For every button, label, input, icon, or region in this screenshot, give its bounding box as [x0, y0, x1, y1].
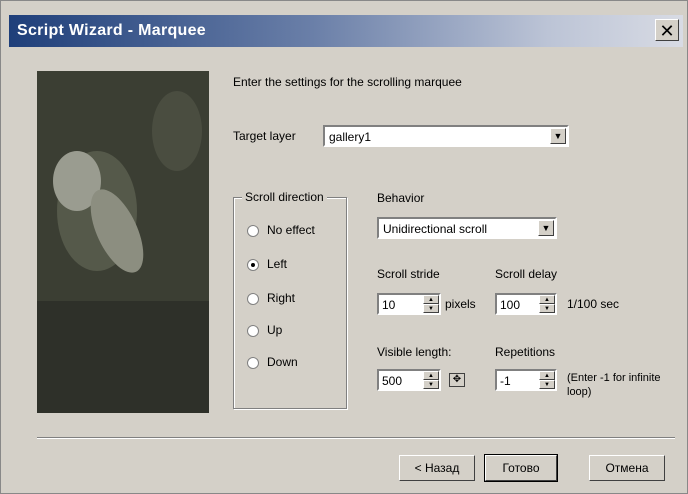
radio-no-effect[interactable]: No effect [247, 223, 315, 237]
script-wizard-window: Script Wizard - Marquee ✕ Enter the sett… [0, 0, 688, 494]
spin-down-icon[interactable]: ▼ [539, 380, 555, 389]
chevron-down-icon[interactable]: ▼ [550, 128, 566, 144]
target-layer-value: gallery1 [329, 130, 372, 144]
radio-dot[interactable] [247, 324, 259, 337]
spin-up-icon[interactable]: ▲ [539, 371, 555, 380]
repetitions-hint: (Enter -1 for infinite loop) [567, 372, 661, 398]
footer-divider [37, 437, 675, 439]
window-title: Script Wizard - Marquee [17, 22, 207, 39]
back-button[interactable]: < Назад [399, 455, 475, 481]
spin-buttons[interactable]: ▲ ▼ [539, 371, 555, 389]
scroll-stride-input[interactable]: 10 ▲ ▼ [377, 293, 441, 315]
resize-arrows-icon[interactable]: ✥ [449, 373, 465, 387]
visible-length-input[interactable]: 500 ▲ ▼ [377, 369, 441, 391]
spin-down-icon[interactable]: ▼ [539, 304, 555, 313]
radio-up[interactable]: Up [247, 323, 282, 337]
spin-buttons[interactable]: ▲ ▼ [539, 295, 555, 313]
intro-text: Enter the settings for the scrolling mar… [233, 75, 462, 89]
radio-left[interactable]: Left [247, 257, 287, 271]
cancel-button[interactable]: Отмена [589, 455, 665, 481]
spin-up-icon[interactable]: ▲ [539, 295, 555, 304]
spin-buttons[interactable]: ▲ ▼ [423, 371, 439, 389]
repetitions-input[interactable]: -1 ▲ ▼ [495, 369, 557, 391]
close-button[interactable]: ✕ [655, 19, 679, 41]
behavior-select[interactable]: Unidirectional scroll ▼ [377, 217, 557, 239]
wizard-illustration [37, 71, 209, 413]
scroll-stride-label: Scroll stride [377, 267, 440, 281]
chevron-down-icon[interactable]: ▼ [538, 220, 554, 236]
title-bar[interactable]: Script Wizard - Marquee ✕ [9, 15, 683, 47]
repetitions-value: -1 [500, 374, 511, 388]
spin-down-icon[interactable]: ▼ [423, 304, 439, 313]
wizard-image [37, 71, 209, 413]
radio-label: No effect [267, 223, 315, 237]
radio-label: Up [267, 323, 283, 337]
radio-dot-selected[interactable] [247, 258, 259, 271]
spin-up-icon[interactable]: ▲ [423, 295, 439, 304]
target-layer-select[interactable]: gallery1 ▼ [323, 125, 569, 147]
scroll-delay-unit: 1/100 sec [567, 297, 620, 311]
behavior-value: Unidirectional scroll [383, 222, 488, 236]
radio-dot[interactable] [247, 356, 259, 369]
spin-down-icon[interactable]: ▼ [423, 380, 439, 389]
scroll-direction-legend: Scroll direction [242, 190, 327, 204]
radio-label: Down [267, 355, 298, 369]
finish-button[interactable]: Готово [484, 454, 558, 482]
visible-length-value: 500 [382, 374, 403, 388]
behavior-label: Behavior [377, 191, 425, 205]
target-layer-label: Target layer [233, 129, 296, 143]
radio-dot[interactable] [247, 292, 259, 305]
radio-label: Right [267, 291, 296, 305]
visible-length-label: Visible length: [377, 345, 452, 359]
scroll-stride-value: 10 [382, 298, 396, 312]
scroll-stride-unit: pixels [445, 297, 476, 311]
repetitions-label: Repetitions [495, 345, 556, 359]
radio-label: Left [267, 257, 288, 271]
radio-dot[interactable] [247, 224, 259, 237]
spin-up-icon[interactable]: ▲ [423, 371, 439, 380]
scroll-delay-label: Scroll delay [495, 267, 558, 281]
spin-buttons[interactable]: ▲ ▼ [423, 295, 439, 313]
scroll-delay-input[interactable]: 100 ▲ ▼ [495, 293, 557, 315]
radio-right[interactable]: Right [247, 291, 295, 305]
radio-down[interactable]: Down [247, 355, 298, 369]
scroll-delay-value: 100 [500, 298, 521, 312]
